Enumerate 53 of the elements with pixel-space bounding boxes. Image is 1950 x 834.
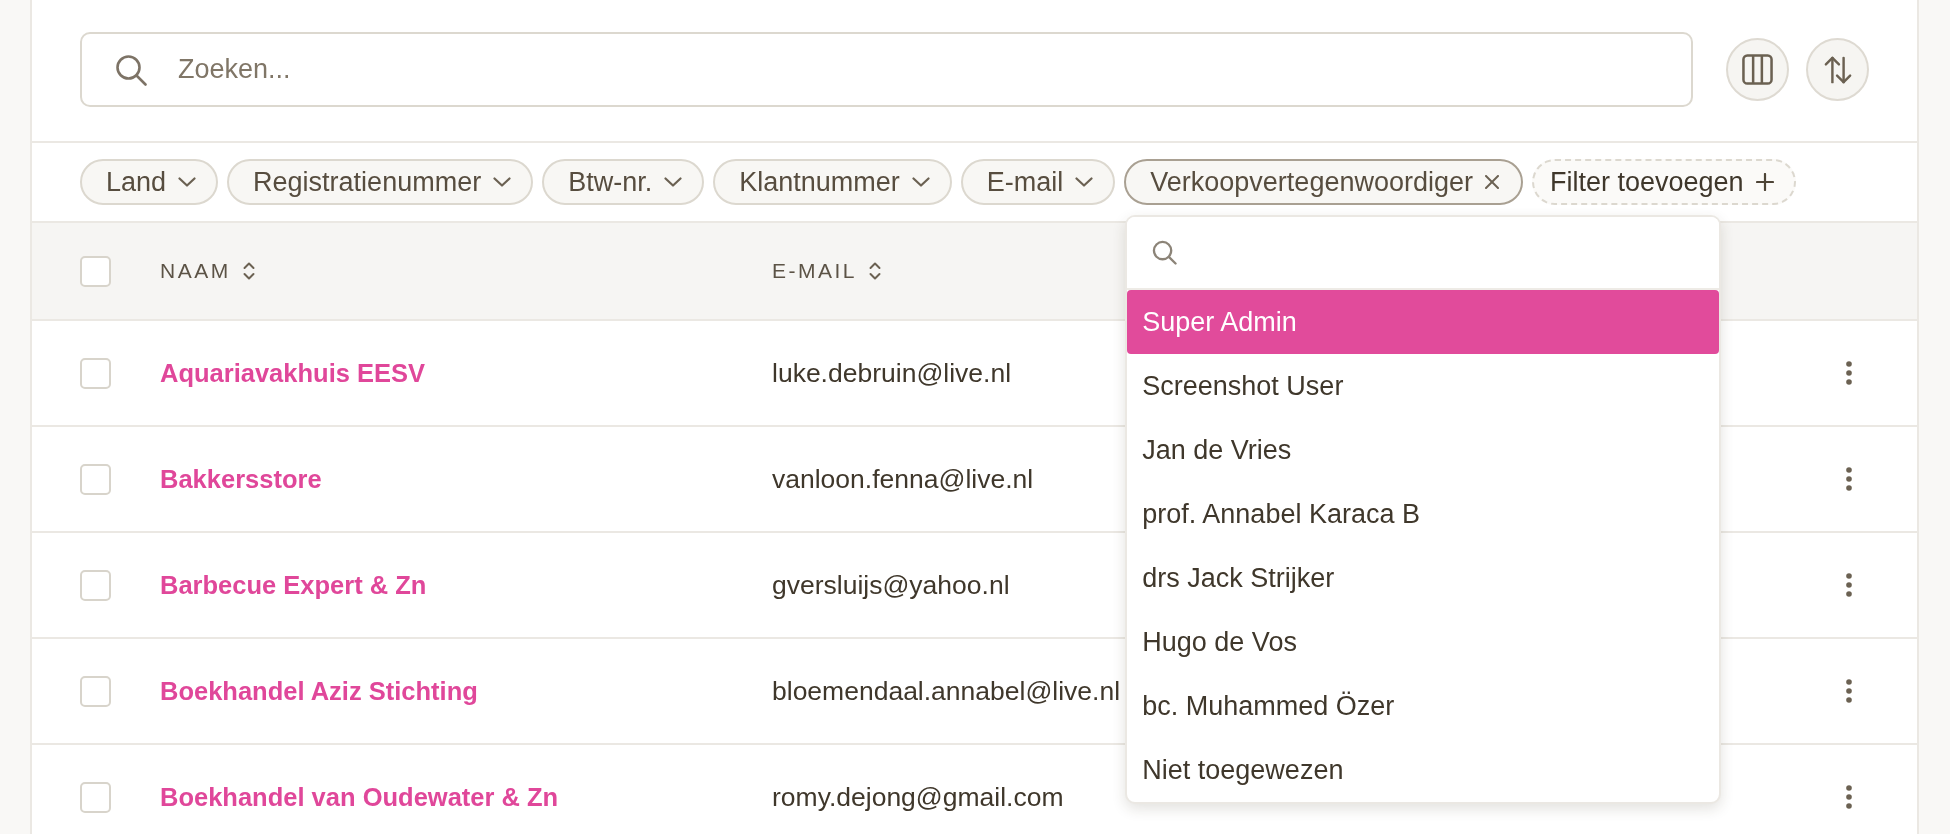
email-text: vanloon.fenna@live.nl	[772, 463, 1034, 494]
menu-search-field[interactable]	[1127, 217, 1720, 290]
menu-option[interactable]: Niet toegewezen	[1127, 738, 1720, 802]
sort-icon[interactable]	[242, 261, 255, 281]
menu-option[interactable]: Hugo de Vos	[1127, 610, 1720, 674]
checkbox[interactable]	[80, 357, 111, 389]
search-icon	[1152, 240, 1178, 265]
filter-chip[interactable]: Verkoopvertegenwoordiger	[1124, 159, 1523, 205]
checkbox[interactable]	[80, 781, 111, 813]
email-text: romy.dejong@gmail.com	[772, 781, 1064, 812]
chevron-down-icon	[178, 177, 197, 187]
email-text: luke.debruin@live.nl	[772, 357, 1012, 388]
menu-option[interactable]: drs Jack Strijker	[1127, 546, 1720, 610]
plus-icon	[1755, 173, 1774, 191]
company-link[interactable]: Aquariavakhuis EESV	[160, 358, 426, 387]
filter-chip[interactable]: Land	[80, 159, 219, 205]
menu-option[interactable]: Super Admin	[1127, 290, 1720, 354]
filter-chip[interactable]: Btw-nr.	[542, 159, 705, 205]
search-field[interactable]: Zoeken...	[80, 32, 1693, 107]
add-filter-button[interactable]: Filter toevoegen	[1532, 159, 1796, 205]
email-text: gversluijs@yahoo.nl	[772, 569, 1010, 600]
filter-chip[interactable]: E-mail	[960, 159, 1116, 205]
email-text: bloemendaal.annabel@live.nl	[772, 675, 1121, 706]
chevron-down-icon	[664, 177, 683, 187]
company-link[interactable]: Barbecue Expert & Zn	[160, 570, 427, 599]
chevron-down-icon	[911, 177, 930, 187]
menu-option[interactable]: prof. Annabel Karaca B	[1127, 482, 1720, 546]
more-options-icon[interactable]	[1846, 679, 1852, 703]
filter-chip[interactable]: Klantnummer	[713, 159, 952, 205]
sort-icon[interactable]	[869, 261, 881, 281]
chevron-down-icon	[493, 177, 512, 187]
more-options-icon[interactable]	[1846, 573, 1852, 597]
chevron-down-icon	[1075, 177, 1094, 187]
column-header[interactable]: E-MAIL	[772, 259, 857, 283]
checkbox[interactable]	[80, 255, 111, 287]
menu-option[interactable]: bc. Muhammed Özer	[1127, 674, 1720, 738]
close-icon[interactable]	[1485, 175, 1499, 189]
checkbox[interactable]	[80, 463, 111, 495]
search-icon	[115, 54, 147, 86]
company-link[interactable]: Bakkersstore	[160, 464, 322, 493]
menu-option[interactable]: Jan de Vries	[1127, 418, 1720, 482]
arrow-up-down-icon	[1823, 55, 1852, 84]
more-options-icon[interactable]	[1846, 467, 1852, 491]
company-link[interactable]: Boekhandel van Oudewater & Zn	[160, 782, 559, 811]
more-options-icon[interactable]	[1846, 361, 1852, 385]
checkbox[interactable]	[80, 675, 111, 707]
filter-chip[interactable]: Registratienummer	[227, 159, 534, 205]
columns-icon	[1742, 54, 1773, 85]
checkbox[interactable]	[80, 569, 111, 601]
company-link[interactable]: Boekhandel Aziz Stichting	[160, 676, 478, 705]
column-header[interactable]: NAAM	[160, 259, 231, 283]
menu-option[interactable]: Screenshot User	[1127, 354, 1720, 418]
more-options-icon[interactable]	[1846, 785, 1852, 809]
